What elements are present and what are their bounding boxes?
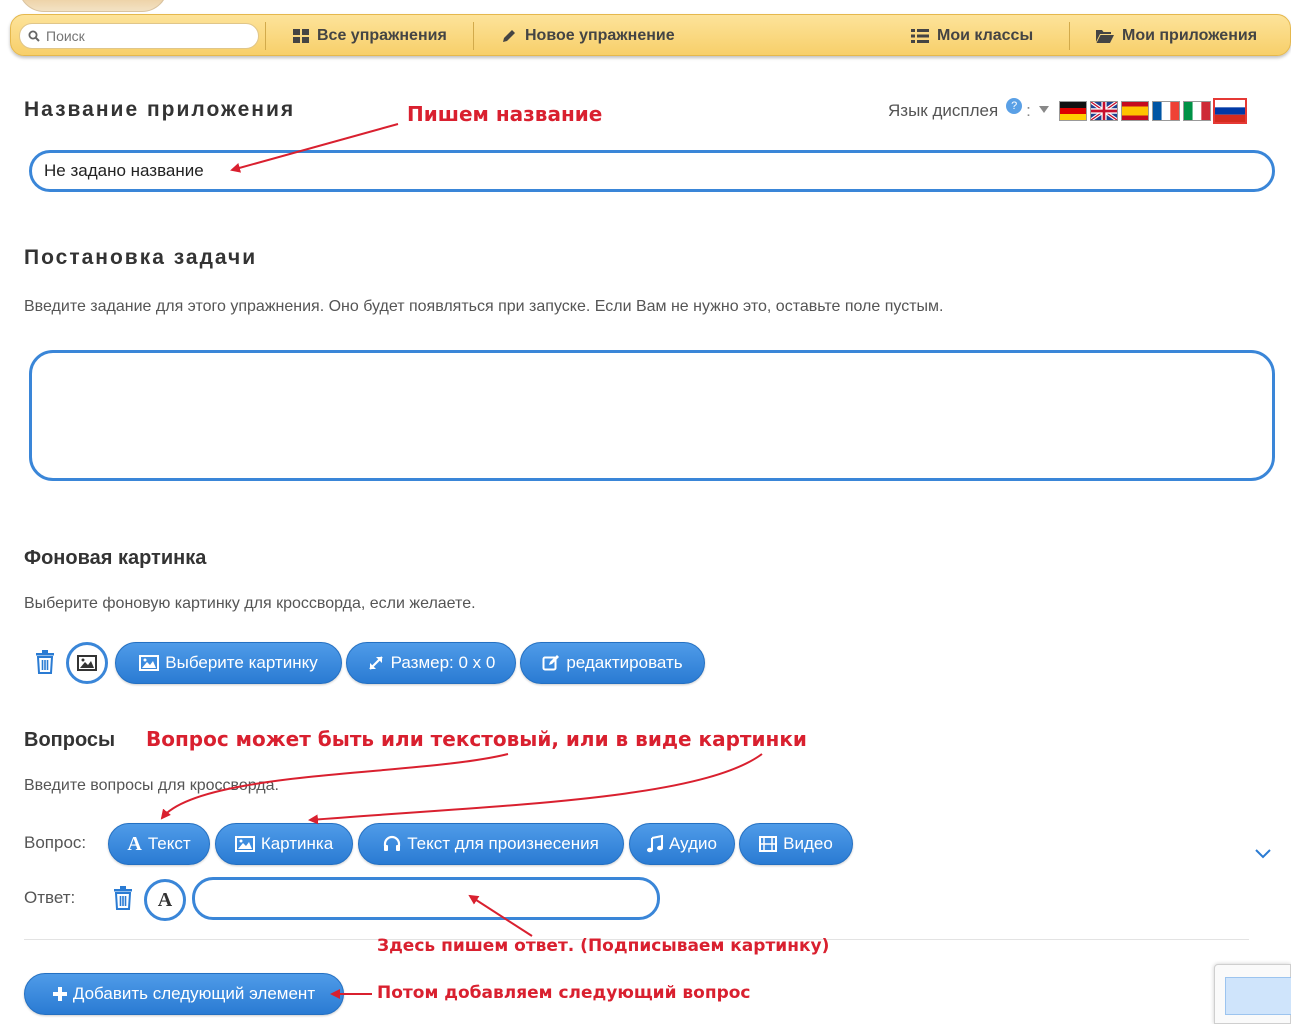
- question-text-label: Текст: [147, 834, 191, 853]
- top-navbar: Все упражнения Новое упражнение Мои клас…: [10, 14, 1291, 56]
- nav-my-apps[interactable]: Мои приложения: [1096, 15, 1257, 57]
- help-icon[interactable]: ?: [1006, 98, 1023, 114]
- spanish-flag-icon[interactable]: [1121, 102, 1148, 120]
- answer-input[interactable]: [192, 877, 660, 920]
- question-speech-button[interactable]: Текст для произнесения: [358, 823, 624, 865]
- colon: :: [1026, 101, 1031, 120]
- nav-all-exercises-label: Все упражнения: [317, 27, 447, 44]
- image-size-label: Размер: 0 x 0: [390, 653, 496, 672]
- nav-new-exercise-label: Новое упражнение: [525, 27, 675, 44]
- document-top-strip: [0, 0, 1291, 12]
- plus-icon: [52, 987, 67, 1001]
- russian-flag-icon[interactable]: [1214, 100, 1245, 122]
- corner-widget[interactable]: [1214, 964, 1291, 1024]
- font-icon: A: [157, 888, 173, 911]
- task-description: Введите задание для этого упражнения. Он…: [24, 298, 944, 315]
- annotation-write-answer: Здесь пишем ответ. (Подписываем картинку…: [377, 936, 830, 956]
- choose-image-button[interactable]: Выберите картинку: [115, 642, 342, 684]
- questions-description: Введите вопросы для кроссворда.: [24, 777, 279, 794]
- picture-icon: [234, 836, 255, 852]
- nav-separator: [473, 22, 474, 50]
- question-image-button[interactable]: Картинка: [215, 823, 353, 865]
- app-name-input[interactable]: [29, 150, 1275, 192]
- background-description: Выберите фоновую картинку для кроссворда…: [24, 595, 476, 612]
- british-flag-icon[interactable]: [1090, 102, 1117, 120]
- nav-new-exercise[interactable]: Новое упражнение: [501, 15, 675, 57]
- search-input[interactable]: [46, 28, 246, 44]
- question-speech-label: Текст для произнесения: [407, 834, 599, 853]
- question-video-label: Видео: [783, 834, 833, 853]
- nav-separator: [1069, 22, 1070, 50]
- answer-format-button[interactable]: A: [144, 879, 186, 921]
- film-icon: [759, 836, 778, 852]
- french-flag-icon[interactable]: [1152, 102, 1179, 120]
- german-flag-icon[interactable]: [1059, 102, 1086, 120]
- document-image-fragment: [18, 0, 168, 12]
- add-next-element-button[interactable]: Добавить следующий элемент: [24, 973, 344, 1015]
- question-audio-label: Аудио: [669, 834, 717, 853]
- list-icon: [911, 29, 929, 43]
- edit-icon: [542, 655, 560, 671]
- nav-my-classes[interactable]: Мои классы: [911, 15, 1033, 57]
- choose-image-label: Выберите картинку: [165, 653, 318, 672]
- question-label: Вопрос:: [24, 833, 87, 852]
- folder-open-icon: [1096, 30, 1114, 43]
- task-textarea[interactable]: [29, 350, 1275, 481]
- corner-widget-preview: [1225, 977, 1291, 1015]
- question-text-button[interactable]: A Текст: [108, 823, 210, 865]
- nav-my-classes-label: Мои классы: [937, 27, 1034, 44]
- grid-icon: [293, 29, 309, 43]
- resize-icon: [368, 656, 383, 670]
- dropdown-triangle-icon[interactable]: [1038, 105, 1049, 113]
- question-audio-button[interactable]: Аудио: [629, 823, 735, 865]
- pencil-icon: [503, 30, 515, 42]
- annotation-write-name: Пишем название: [407, 102, 603, 126]
- edit-image-button[interactable]: редактировать: [520, 642, 705, 684]
- headphones-icon: [384, 835, 401, 851]
- app-name-heading: Название приложения: [24, 98, 296, 121]
- image-size-button[interactable]: Размер: 0 x 0: [346, 642, 516, 684]
- task-heading: Постановка задачи: [24, 246, 258, 269]
- search-box[interactable]: [19, 23, 259, 49]
- music-icon: [647, 835, 664, 853]
- trash-icon[interactable]: [35, 650, 55, 674]
- display-language-selector: Язык дисплея ? :: [888, 98, 1245, 124]
- background-heading: Фоновая картинка: [24, 547, 207, 569]
- italian-flag-icon[interactable]: [1183, 102, 1210, 120]
- arrow-to-image-button: [308, 753, 763, 825]
- background-preview-button[interactable]: [66, 642, 108, 684]
- question-video-button[interactable]: Видео: [739, 823, 853, 865]
- annotation-add-next-question: Потом добавляем следующий вопрос: [377, 983, 751, 1003]
- question-image-label: Картинка: [260, 834, 334, 853]
- annotation-question-type: Вопрос может быть или текстовый, или в в…: [146, 727, 807, 751]
- search-icon: [28, 30, 40, 42]
- nav-my-apps-label: Мои приложения: [1122, 27, 1258, 44]
- answer-label: Ответ:: [24, 888, 76, 907]
- questions-heading: Вопросы: [24, 729, 116, 751]
- add-next-element-label: Добавить следующий элемент: [72, 984, 316, 1003]
- display-language-label: Язык дисплея: [888, 101, 999, 120]
- font-icon: A: [127, 832, 142, 855]
- nav-separator: [265, 22, 266, 50]
- picture-icon: [77, 655, 97, 671]
- picture-icon: [139, 655, 160, 671]
- trash-icon[interactable]: [113, 886, 133, 910]
- nav-all-exercises[interactable]: Все упражнения: [293, 15, 447, 57]
- chevron-down-icon[interactable]: [1254, 848, 1272, 860]
- edit-image-label: редактировать: [566, 653, 683, 672]
